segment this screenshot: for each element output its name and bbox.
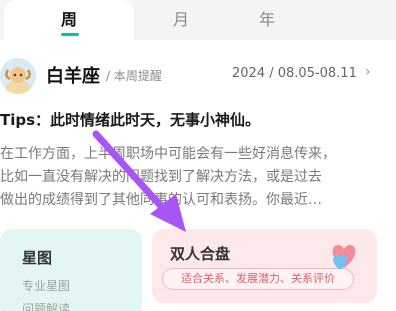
star-chart-subtitle-2: 问题解读 [22, 302, 71, 311]
tab-week[interactable]: 周 [4, 0, 134, 40]
hearts-icon [326, 236, 362, 272]
tab-week-label: 周 [60, 10, 77, 29]
description-line: 做出的成绩得到了其他同事的认可和表扬。你最近… [0, 192, 322, 208]
weekly-reminder-label: / 本周提醒 [106, 69, 162, 83]
period-tab-bar: 周 月 年 [0, 0, 396, 40]
description-line: 比如一直没有解决的问题找到了解决方法，或是过去 [0, 169, 322, 185]
star-chart-subtitle: 专业星图 [22, 279, 71, 293]
synastry-title: 双人合盘 [170, 245, 231, 263]
chevron-right-icon[interactable]: › [365, 64, 371, 80]
description-line: 在工作方面，上半周职场中可能会有一些好消息传来， [0, 146, 336, 162]
aries-avatar-icon [0, 58, 36, 94]
active-tab-indicator [61, 33, 79, 36]
star-chart-title: 星图 [22, 249, 53, 267]
fortune-description[interactable]: 在工作方面，上半周职场中可能会有一些好消息传来， 比如一直没有解决的问题找到了解… [0, 143, 392, 212]
date-range: 2024 / 08.05-08.11 [232, 66, 357, 81]
tips-text: Tips：此时情绪此时天，无事小神仙。 [0, 111, 261, 129]
tab-year[interactable]: 年 [202, 0, 332, 40]
zodiac-sign-name: 白羊座 [46, 66, 100, 87]
star-chart-card[interactable] [0, 229, 142, 311]
tab-month-label: 月 [172, 10, 189, 29]
tab-year-label: 年 [258, 10, 275, 29]
